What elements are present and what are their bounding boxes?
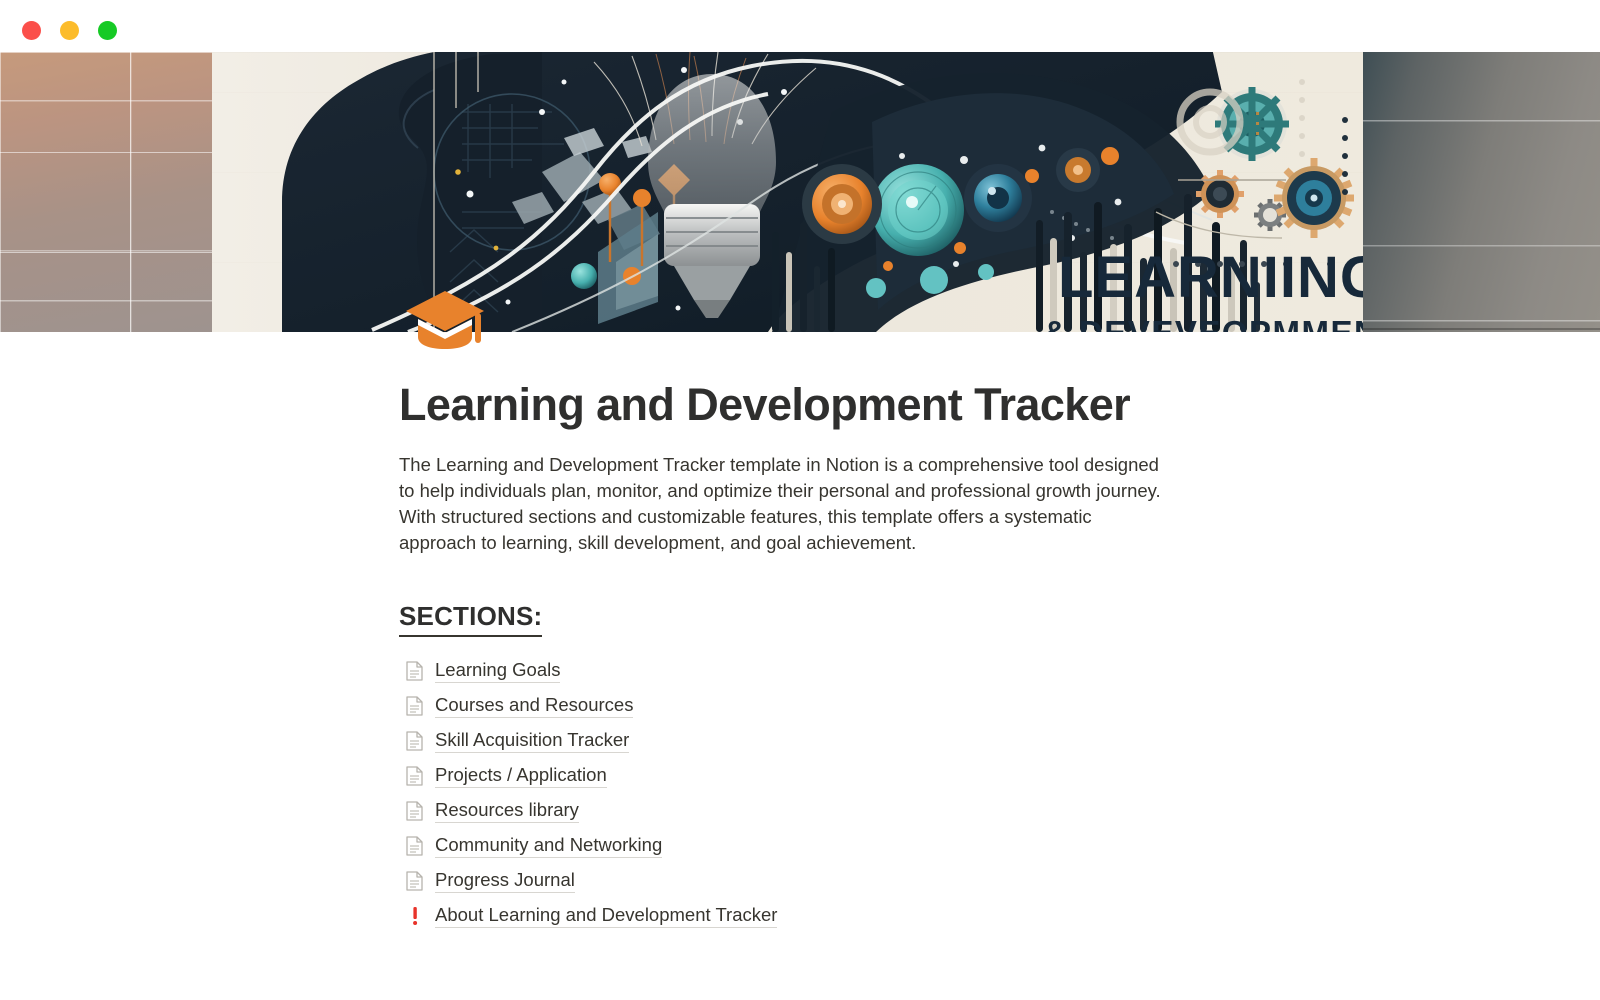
list-item-label[interactable]: Courses and Resources: [435, 694, 634, 718]
page-intro-paragraph[interactable]: The Learning and Development Tracker tem…: [399, 452, 1161, 556]
page-content: Learning and Development Tracker The Lea…: [399, 379, 1169, 933]
graduation-cap-icon[interactable]: [404, 289, 486, 351]
page-title[interactable]: Learning and Development Tracker: [399, 379, 1169, 430]
list-item[interactable]: Learning Goals: [399, 653, 1169, 688]
window-titlebar: [0, 0, 1600, 52]
sections-list: Learning Goals Courses and Resources Ski…: [399, 653, 1169, 933]
document-icon: [404, 870, 425, 892]
list-item-label[interactable]: Community and Networking: [435, 834, 663, 858]
list-item[interactable]: About Learning and Development Tracker: [399, 898, 1169, 933]
list-item-label[interactable]: About Learning and Development Tracker: [435, 904, 778, 928]
sections-heading-wrap: SECTIONS:: [399, 556, 1169, 638]
maximize-button[interactable]: [98, 21, 117, 40]
document-icon: [404, 835, 425, 857]
list-item[interactable]: Resources library: [399, 793, 1169, 828]
list-item-label[interactable]: Resources library: [435, 799, 579, 823]
desktop-backdrop-left: [0, 52, 212, 332]
document-icon: [404, 765, 425, 787]
close-button[interactable]: [22, 21, 41, 40]
document-icon: [404, 660, 425, 682]
list-item[interactable]: Progress Journal: [399, 863, 1169, 898]
window-traffic-lights: [22, 21, 117, 40]
document-icon: [404, 695, 425, 717]
minimize-button[interactable]: [60, 21, 79, 40]
list-item[interactable]: Courses and Resources: [399, 688, 1169, 723]
sections-heading[interactable]: SECTIONS:: [399, 601, 543, 638]
list-item[interactable]: Skill Acquisition Tracker: [399, 723, 1169, 758]
list-item-label[interactable]: Projects / Application: [435, 764, 607, 788]
page-cover-image[interactable]: LEARNIING & DEVEVEOPMMENT: [212, 52, 1363, 332]
list-item-label[interactable]: Learning Goals: [435, 659, 561, 683]
list-item[interactable]: Projects / Application: [399, 758, 1169, 793]
desktop-backdrop-right: [1363, 52, 1600, 332]
document-icon: [404, 800, 425, 822]
list-item-label[interactable]: Skill Acquisition Tracker: [435, 729, 630, 753]
list-item-label[interactable]: Progress Journal: [435, 869, 575, 893]
exclamation-mark-icon: [404, 905, 425, 927]
app-window: LEARNIING & DEVEVEOPMMENT: [0, 0, 1600, 1000]
list-item[interactable]: Community and Networking: [399, 828, 1169, 863]
page-body: Learning and Development Tracker The Lea…: [0, 332, 1600, 1000]
cover-subheadline-text: & DEVEVEOPMMENT: [1043, 314, 1363, 332]
document-icon: [404, 730, 425, 752]
cover-headline-text: LEARNIING: [1058, 245, 1363, 310]
